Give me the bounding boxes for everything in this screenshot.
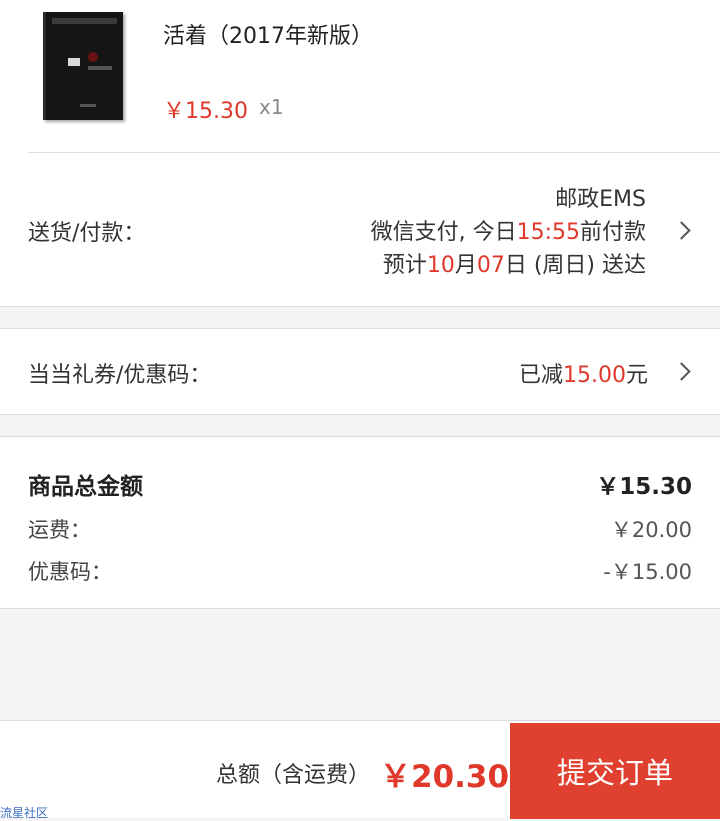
discount-value: -￥15.00 [603, 560, 692, 584]
book-cover-image [43, 12, 123, 120]
checkout-bar: 总额（含运费） ￥20.30 提交订单 [0, 720, 720, 819]
grand-total-label: 总额（含运费） [216, 763, 371, 788]
chevron-right-icon [672, 362, 691, 381]
grand-total-amount: ￥20.30 [380, 759, 510, 795]
product-title: 活着（2017年新版） [163, 24, 373, 49]
coupon-row[interactable]: 当当礼券/优惠码： 已减15.00元 [0, 329, 720, 414]
chevron-right-icon [672, 221, 691, 240]
delivery-details: 邮政EMS 微信支付, 今日15:55前付款 预计10月07日 (周日) 送达 [371, 183, 646, 282]
submit-order-button[interactable]: 提交订单 [510, 723, 720, 819]
divider [0, 414, 720, 415]
eta-text: 预计10月07日 (周日) 送达 [382, 253, 646, 278]
discount-label: 优惠码： [28, 560, 112, 584]
delivery-label: 送货/付款： [28, 221, 146, 246]
product-price: ￥15.30 [163, 99, 248, 124]
divider [0, 306, 720, 307]
coupon-label: 当当礼券/优惠码： [28, 363, 212, 388]
order-summary: 商品总金额 ￥15.30 运费： ￥20.00 优惠码： -￥15.00 [0, 437, 720, 608]
carrier-text: 邮政EMS [555, 187, 646, 212]
payment-text: 微信支付, 今日15:55前付款 [370, 220, 646, 245]
watermark-text: 流星社区 [0, 806, 49, 820]
shipping-label: 运费： [28, 518, 91, 542]
subtotal-value: ￥15.30 [596, 474, 692, 500]
divider [0, 608, 720, 609]
payment-deadline: 15:55 [516, 220, 580, 245]
subtotal-label: 商品总金额 [28, 474, 143, 500]
delivery-payment-row[interactable]: 送货/付款： 邮政EMS 微信支付, 今日15:55前付款 预计10月07日 (… [0, 153, 720, 306]
shipping-value: ￥20.00 [610, 518, 692, 542]
product-quantity: x1 [259, 95, 284, 119]
coupon-value: 已减15.00元 [518, 363, 648, 388]
product-card[interactable]: 活着（2017年新版） ￥15.30 x1 [0, 0, 720, 153]
